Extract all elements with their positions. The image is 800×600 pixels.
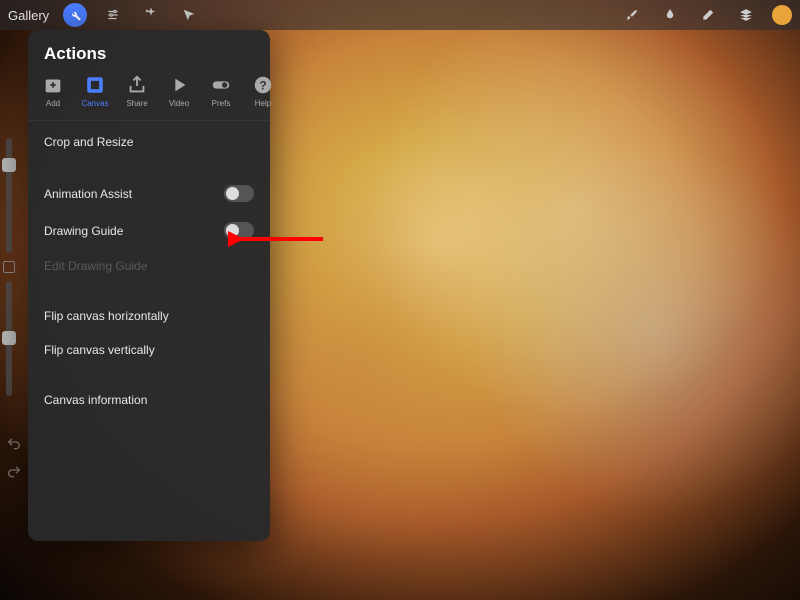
animation-toggle[interactable]	[224, 185, 254, 202]
menu-crop-resize[interactable]: Crop and Resize	[28, 125, 270, 159]
menu-flip-horizontal[interactable]: Flip canvas horizontally	[28, 299, 270, 333]
tab-canvas[interactable]: Canvas	[82, 74, 108, 108]
slider-knob[interactable]	[2, 331, 16, 345]
prefs-icon	[210, 74, 232, 96]
video-icon	[168, 74, 190, 96]
tab-prefs[interactable]: Prefs	[208, 74, 234, 108]
menu-animation-assist[interactable]: Animation Assist	[28, 175, 270, 212]
svg-text:?: ?	[259, 79, 266, 93]
smudge-icon[interactable]	[658, 3, 682, 27]
brush-size-slider[interactable]	[6, 138, 12, 253]
gallery-button[interactable]: Gallery	[8, 8, 49, 23]
color-swatch[interactable]	[772, 5, 792, 25]
add-icon	[42, 74, 64, 96]
menu-drawing-guide[interactable]: Drawing Guide	[28, 212, 270, 249]
canvas-menu: Crop and Resize Animation Assist Drawing…	[28, 121, 270, 421]
modifier-button[interactable]	[3, 261, 15, 273]
menu-canvas-info[interactable]: Canvas information	[28, 383, 270, 417]
undo-redo	[6, 436, 22, 480]
brush-icon[interactable]	[620, 3, 644, 27]
canvas-icon	[84, 74, 106, 96]
share-icon	[126, 74, 148, 96]
undo-icon[interactable]	[6, 436, 22, 452]
selection-icon[interactable]	[139, 3, 163, 27]
move-icon[interactable]	[177, 3, 201, 27]
guide-toggle[interactable]	[224, 222, 254, 239]
layers-icon[interactable]	[734, 3, 758, 27]
tab-help[interactable]: ? Help	[250, 74, 276, 108]
tab-share[interactable]: Share	[124, 74, 150, 108]
top-toolbar: Gallery	[0, 0, 800, 30]
menu-flip-vertical[interactable]: Flip canvas vertically	[28, 333, 270, 367]
slider-knob[interactable]	[2, 158, 16, 172]
eraser-icon[interactable]	[696, 3, 720, 27]
menu-edit-drawing-guide: Edit Drawing Guide	[28, 249, 270, 283]
actions-panel: Actions Add Canvas Share Video Prefs ? H…	[28, 30, 270, 541]
redo-icon[interactable]	[6, 464, 22, 480]
tab-video[interactable]: Video	[166, 74, 192, 108]
tab-add[interactable]: Add	[40, 74, 66, 108]
panel-title: Actions	[28, 30, 270, 74]
wrench-icon[interactable]	[63, 3, 87, 27]
adjustments-icon[interactable]	[101, 3, 125, 27]
toolbar-right	[620, 3, 792, 27]
help-icon: ?	[252, 74, 274, 96]
side-sliders	[0, 130, 18, 404]
panel-tabs: Add Canvas Share Video Prefs ? Help	[28, 74, 270, 121]
toolbar-left: Gallery	[8, 3, 201, 27]
opacity-slider[interactable]	[6, 281, 12, 396]
